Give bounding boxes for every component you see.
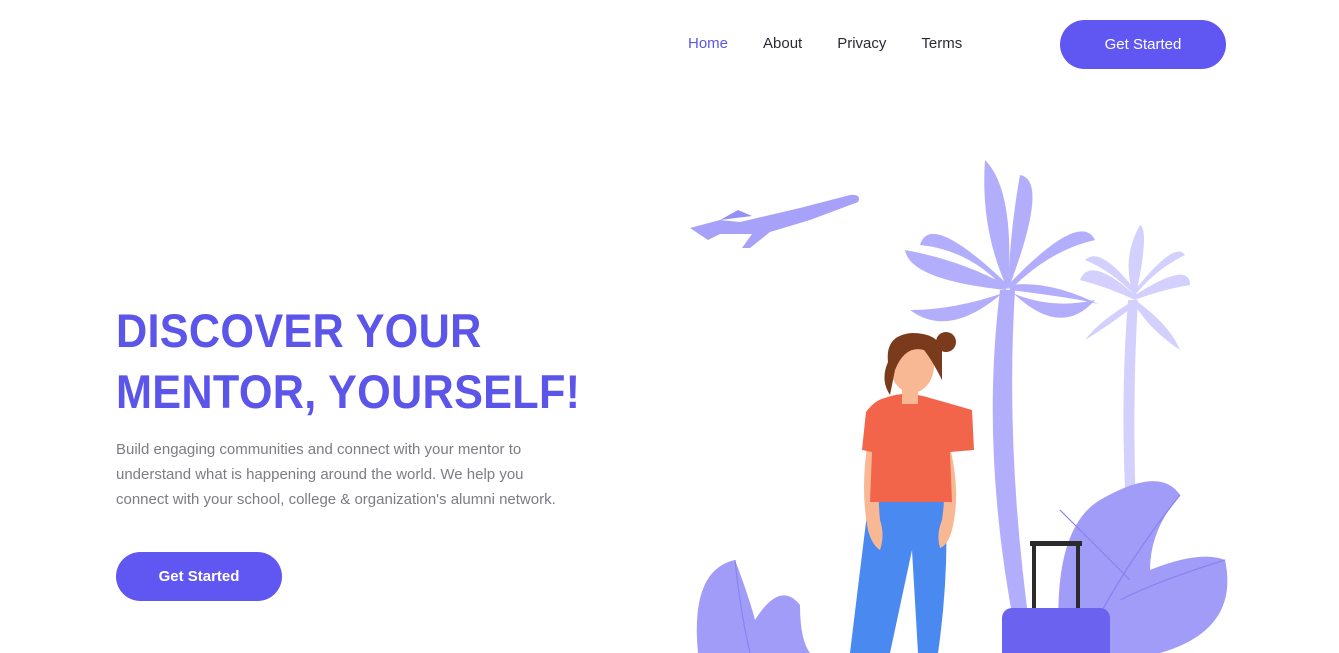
hero-title: DISCOVER YOUR MENTOR, YOURSELF! <box>116 300 581 422</box>
hero-title-line-1: DISCOVER YOUR <box>116 304 482 357</box>
nav-link-home[interactable]: Home <box>688 33 728 55</box>
nav-link-about[interactable]: About <box>763 33 802 55</box>
hero-illustration <box>690 160 1228 653</box>
person-icon <box>850 332 974 653</box>
hero-description-line-3: connect with your school, college & orga… <box>116 491 556 508</box>
hero-description: Build engaging communities and connect w… <box>116 437 566 512</box>
hero-description-line-1: Build engaging communities and connect w… <box>116 441 522 458</box>
airplane-icon <box>690 194 859 248</box>
top-navigation: Home About Privacy Terms Get Started <box>0 0 1339 88</box>
nav-get-started-button[interactable]: Get Started <box>1060 20 1226 69</box>
palm-tree-icon <box>1080 225 1190 510</box>
landing-page: Home About Privacy Terms Get Started DIS… <box>0 0 1339 653</box>
nav-link-privacy[interactable]: Privacy <box>837 33 886 55</box>
hero-title-line-2: MENTOR, YOURSELF! <box>116 365 581 418</box>
leaf-icon <box>696 559 810 653</box>
nav-link-terms[interactable]: Terms <box>921 33 962 55</box>
nav-links: Home About Privacy Terms <box>688 33 997 55</box>
hero-get-started-button[interactable]: Get Started <box>116 552 282 601</box>
hero-description-line-2: understand what is happening around the … <box>116 466 524 483</box>
